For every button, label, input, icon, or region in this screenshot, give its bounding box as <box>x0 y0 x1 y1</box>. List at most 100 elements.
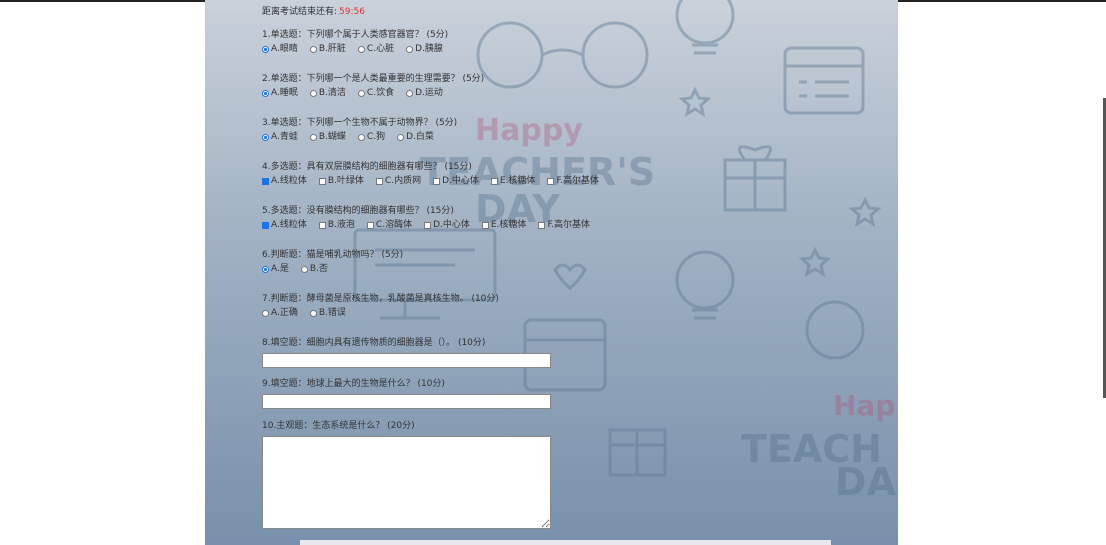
checkbox[interactable] <box>547 177 555 185</box>
option-a[interactable]: A.青蛙 <box>262 131 298 143</box>
options-row: A.青蛙 B.蝴蝶 C.狗 D.白菜 <box>262 131 457 143</box>
option-d[interactable]: D.运动 <box>406 87 443 99</box>
options-row: A.正确 B.错误 <box>262 307 499 319</box>
option-b[interactable]: B.错误 <box>309 307 346 319</box>
option-b[interactable]: B.清洁 <box>309 87 346 99</box>
option-c[interactable]: C.内质网 <box>375 175 421 187</box>
glasses-icon <box>476 21 544 89</box>
checkbox[interactable] <box>318 221 326 229</box>
options-row: A.线粒体 B.叶绿体 C.内质网 D.中心体 E.核糖体 F.高尔基体 <box>262 175 611 187</box>
option-a[interactable]: A.线粒体 <box>262 219 307 231</box>
option-b[interactable]: B.否 <box>300 263 328 275</box>
radio-button[interactable] <box>309 45 317 53</box>
teachers-text-2: TEACH <box>741 427 882 471</box>
exam-panel: Happy Hap TEACHER'S DAY TEACH DA 距离考试结束还… <box>205 0 898 545</box>
question-title: 5.多选题：没有膜结构的细胞器有哪些？ (15分) <box>262 206 454 216</box>
radio-button[interactable] <box>300 265 308 273</box>
option-a[interactable]: A.是 <box>262 263 289 275</box>
checkbox[interactable] <box>490 177 498 185</box>
option-d[interactable]: D.胰腺 <box>406 43 443 55</box>
option-b[interactable]: B.肝脏 <box>309 43 346 55</box>
radio-button[interactable] <box>357 89 365 97</box>
question-7: 7.判断题：酵母菌是原核生物，乳酸菌是真核生物。 (10分) A.正确 B.错误 <box>262 293 499 319</box>
option-b[interactable]: B.液泡 <box>318 219 355 231</box>
checkbox[interactable] <box>424 221 432 229</box>
radio-button[interactable] <box>262 265 269 273</box>
question-8: 8.填空题：细胞内具有遗传物质的细胞器是（）。 (10分) <box>262 337 551 368</box>
radio-button[interactable] <box>397 133 405 141</box>
question-title: 1.单选题：下列哪个属于人类感官器官？ (5分) <box>262 30 449 40</box>
option-a[interactable]: A.眼睛 <box>262 43 298 55</box>
option-a[interactable]: A.睡眠 <box>262 87 298 99</box>
calendar-icon <box>783 46 865 115</box>
radio-button[interactable] <box>406 45 414 53</box>
options-row: A.眼睛 B.肝脏 C.心脏 D.胰腺 <box>262 43 455 55</box>
option-a[interactable]: A.正确 <box>262 307 298 319</box>
radio-button[interactable] <box>309 133 317 141</box>
checkbox[interactable] <box>318 177 326 185</box>
question-title: 9.填空题：地球上最大的生物是什么？ (10分) <box>262 379 445 389</box>
options-row: A.线粒体 B.液泡 C.溶酶体 D.中心体 E.核糖体 F.高尔基体 <box>262 219 602 231</box>
checkbox[interactable] <box>538 221 546 229</box>
timer-label: 距离考试结束还有: <box>262 7 338 17</box>
submit-bar <box>300 540 831 545</box>
heart-icon <box>553 263 587 290</box>
question-title: 2.单选题：下列哪一个是人类最重要的生理需要？ (5分) <box>262 74 485 84</box>
options-row: A.睡眠 B.清洁 C.饮食 D.运动 <box>262 87 484 99</box>
lightbulb-icon <box>675 0 735 45</box>
option-c[interactable]: C.溶酶体 <box>366 219 412 231</box>
option-d[interactable]: D.中心体 <box>433 175 479 187</box>
radio-button[interactable] <box>406 89 414 97</box>
question-4: 4.多选题：具有双层膜结构的细胞器有哪些？ (15分) A.线粒体 B.叶绿体 … <box>262 161 611 187</box>
option-e[interactable]: E.核糖体 <box>481 219 526 231</box>
happy-text-2: Hap <box>833 389 895 422</box>
option-f[interactable]: F.高尔基体 <box>538 219 590 231</box>
checkbox[interactable] <box>262 177 269 185</box>
day-text-2: DA <box>835 460 897 504</box>
question-title: 8.填空题：细胞内具有遗传物质的细胞器是（）。 (10分) <box>262 338 486 348</box>
question-title: 10.主观题：生态系统是什么？ (20分) <box>262 421 415 431</box>
question-3: 3.单选题：下列哪一个生物不属于动物界？ (5分) A.青蛙 B.蝴蝶 C.狗 … <box>262 117 457 143</box>
happy-text: Happy <box>475 113 583 148</box>
radio-button[interactable] <box>357 45 365 53</box>
option-b[interactable]: B.叶绿体 <box>318 175 364 187</box>
gift-icon <box>723 158 787 212</box>
radio-button[interactable] <box>262 133 269 141</box>
checkbox[interactable] <box>375 177 383 185</box>
question-10: 10.主观题：生态系统是什么？ (20分) <box>262 420 551 529</box>
question-6: 6.判断题：猫是哺乳动物吗？ (5分) A.是 B.否 <box>262 249 403 275</box>
checkbox[interactable] <box>366 221 374 229</box>
question-2: 2.单选题：下列哪一个是人类最重要的生理需要？ (5分) A.睡眠 B.清洁 C… <box>262 73 484 99</box>
radio-button[interactable] <box>309 89 317 97</box>
radio-button[interactable] <box>357 133 365 141</box>
checkbox[interactable] <box>262 221 269 229</box>
option-b[interactable]: B.蝴蝶 <box>309 131 346 143</box>
timer-value: 59:56 <box>339 7 365 17</box>
radio-button[interactable] <box>262 89 269 97</box>
question-title: 6.判断题：猫是哺乳动物吗？ (5分) <box>262 250 404 260</box>
answer-textarea[interactable] <box>262 436 551 529</box>
radio-button[interactable] <box>309 309 317 317</box>
question-title: 7.判断题：酵母菌是原核生物，乳酸菌是真核生物。 (10分) <box>262 294 499 304</box>
option-d[interactable]: D.白菜 <box>397 131 434 143</box>
question-9: 9.填空题：地球上最大的生物是什么？ (10分) <box>262 378 551 409</box>
option-c[interactable]: C.狗 <box>357 131 385 143</box>
radio-button[interactable] <box>262 45 269 53</box>
question-5: 5.多选题：没有膜结构的细胞器有哪些？ (15分) A.线粒体 B.液泡 C.溶… <box>262 205 602 231</box>
option-c[interactable]: C.心脏 <box>357 43 394 55</box>
radio-button[interactable] <box>262 309 269 317</box>
countdown-timer: 距离考试结束还有: 59:56 <box>262 4 365 17</box>
checkbox[interactable] <box>481 221 489 229</box>
question-title: 3.单选题：下列哪一个生物不属于动物界？ (5分) <box>262 118 458 128</box>
option-a[interactable]: A.线粒体 <box>262 175 307 187</box>
fill-blank-input[interactable] <box>262 353 551 368</box>
question-1: 1.单选题：下列哪个属于人类感官器官？ (5分) A.眼睛 B.肝脏 C.心脏 … <box>262 29 455 55</box>
fill-blank-input[interactable] <box>262 394 551 409</box>
checkbox[interactable] <box>433 177 441 185</box>
option-d[interactable]: D.中心体 <box>424 219 470 231</box>
option-c[interactable]: C.饮食 <box>357 87 394 99</box>
option-f[interactable]: F.高尔基体 <box>547 175 599 187</box>
option-e[interactable]: E.核糖体 <box>490 175 535 187</box>
star-icon <box>678 86 712 118</box>
options-row: A.是 B.否 <box>262 263 403 275</box>
